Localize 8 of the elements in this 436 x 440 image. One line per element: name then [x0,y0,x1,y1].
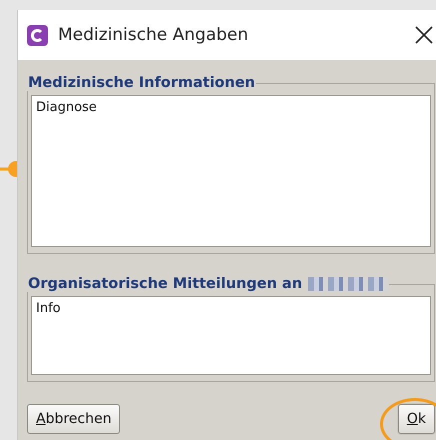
dialog-button[interactable]: Ok [398,404,435,434]
group-legend: Organisatorische Mitteilungen an [28,276,302,292]
dialog-button[interactable]: Abbrechen [27,404,120,434]
app-logo-icon [27,24,48,46]
text-area[interactable]: Info [31,296,431,375]
group-legend: Medizinische Informationen [28,75,256,91]
window-title: Medizinische Angaben [58,25,248,45]
text-area[interactable]: Diagnose [31,95,431,247]
